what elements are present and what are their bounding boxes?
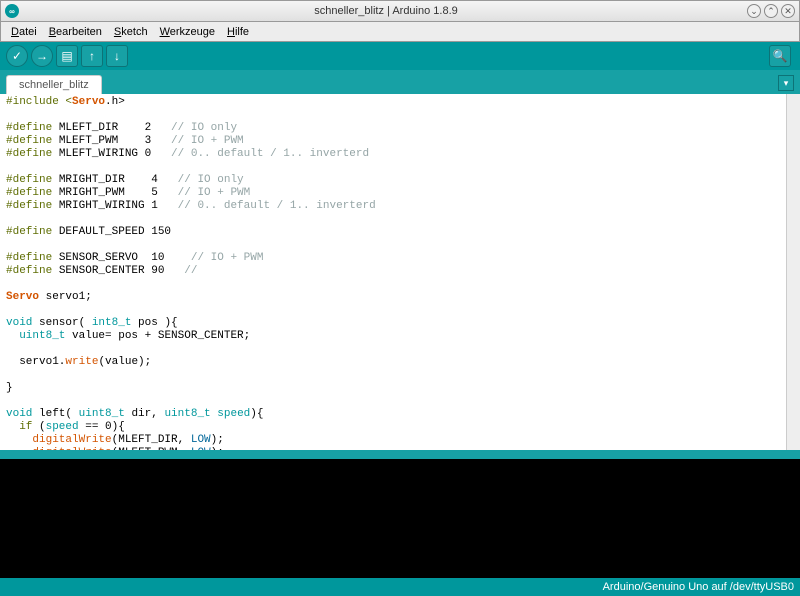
separator <box>0 450 800 459</box>
maximize-button[interactable]: ⌃ <box>764 4 778 18</box>
verify-button[interactable]: ✓ <box>6 45 28 67</box>
arduino-app-icon: ∞ <box>5 4 19 18</box>
toolbar: ✓ → ▤ ↑ ↓ 🔍 <box>0 42 800 70</box>
minimize-button[interactable]: ⌄ <box>747 4 761 18</box>
tabbar: schneller_blitz ▾ <box>0 70 800 94</box>
menu-edit[interactable]: Bearbeiten <box>43 24 108 40</box>
new-sketch-button[interactable]: ▤ <box>56 45 78 67</box>
tab-menu-button[interactable]: ▾ <box>778 75 794 91</box>
open-sketch-button[interactable]: ↑ <box>81 45 103 67</box>
window-title: schneller_blitz | Arduino 1.8.9 <box>25 5 747 17</box>
sketch-tab[interactable]: schneller_blitz <box>6 75 102 94</box>
serial-monitor-button[interactable]: 🔍 <box>769 45 791 67</box>
editor-area: #include <Servo.h> #define MLEFT_DIR 2 /… <box>0 94 800 450</box>
close-button[interactable]: ✕ <box>781 4 795 18</box>
window-controls: ⌄ ⌃ ✕ <box>747 4 795 18</box>
titlebar: ∞ schneller_blitz | Arduino 1.8.9 ⌄ ⌃ ✕ <box>0 0 800 22</box>
console-output[interactable] <box>0 459 800 578</box>
statusbar: Arduino/Genuino Uno auf /dev/ttyUSB0 <box>0 578 800 596</box>
editor-scrollbar[interactable] <box>786 94 800 450</box>
save-sketch-button[interactable]: ↓ <box>106 45 128 67</box>
menu-sketch[interactable]: Sketch <box>108 24 154 40</box>
upload-button[interactable]: → <box>31 45 53 67</box>
menu-file[interactable]: Datei <box>5 24 43 40</box>
menubar: Datei Bearbeiten Sketch Werkzeuge Hilfe <box>0 22 800 42</box>
menu-help[interactable]: Hilfe <box>221 24 255 40</box>
board-port-label: Arduino/Genuino Uno auf /dev/ttyUSB0 <box>603 581 794 593</box>
menu-tools[interactable]: Werkzeuge <box>154 24 221 40</box>
code-editor[interactable]: #include <Servo.h> #define MLEFT_DIR 2 /… <box>0 94 786 450</box>
